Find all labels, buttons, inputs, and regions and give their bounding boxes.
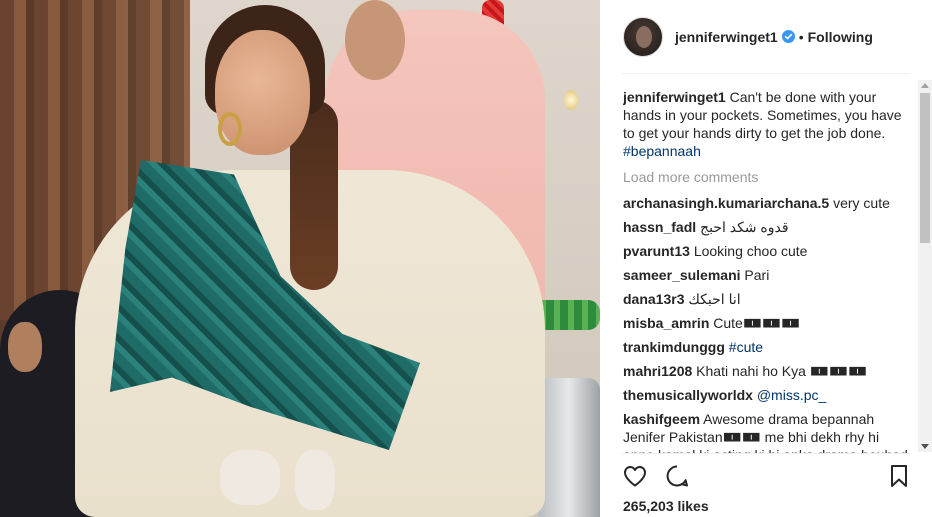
comment-bubble-icon[interactable] xyxy=(664,463,690,489)
comment-username-link[interactable]: archanasingh.kumariarchana.5 xyxy=(623,195,829,211)
comment-text: Looking choo cute xyxy=(693,243,808,259)
comment-text: Khati nahi ho Kya 🀰🀰🀰 xyxy=(696,363,868,379)
header-separator: • xyxy=(798,28,804,45)
comment-item: hassn_fadl قدوه شكد احبج xyxy=(623,218,913,236)
comment-text: انا احبكك xyxy=(688,291,741,307)
caption-username-link[interactable]: jenniferwinget1 xyxy=(623,89,726,105)
comment-item: archanasingh.kumariarchana.5 very cute xyxy=(623,194,913,212)
comment-mention-link[interactable]: @miss.pc_ xyxy=(757,387,826,403)
comment-text: Pari xyxy=(744,267,770,283)
comment-hashtag-link[interactable]: #cute xyxy=(729,339,763,355)
heart-icon[interactable] xyxy=(622,463,648,489)
comment-text: قدوه شكد احبج xyxy=(700,219,789,235)
photo-right-hand xyxy=(295,450,335,510)
comment-item: dana13r3 انا احبكك xyxy=(623,290,913,308)
comment-username-link[interactable]: dana13r3 xyxy=(623,291,684,307)
photo-left-face xyxy=(8,322,42,372)
comment-username-link[interactable]: misba_amrin xyxy=(623,315,709,331)
load-more-comments-button[interactable]: Load more comments xyxy=(623,168,913,186)
comment-username-link[interactable]: sameer_sulemani xyxy=(623,267,741,283)
comment-username-link[interactable]: kashifgeem xyxy=(623,411,700,427)
scroll-down-arrow-icon[interactable] xyxy=(921,444,929,449)
photo-background-woman-head xyxy=(345,0,405,80)
header-username-link[interactable]: jenniferwinget1 xyxy=(675,29,778,45)
post-photo[interactable] xyxy=(0,0,600,517)
comment-item: pvarunt13 Looking choo cute xyxy=(623,242,913,260)
post-side-panel: jenniferwinget1 • Following jenniferwing… xyxy=(600,0,932,517)
comment-text: Cute🀰🀰🀰 xyxy=(713,315,801,331)
comment-username-link[interactable]: themusicallyworldx xyxy=(623,387,753,403)
scroll-up-arrow-icon[interactable] xyxy=(921,83,929,88)
scrollbar-thumb[interactable] xyxy=(920,93,930,243)
post-header: jenniferwinget1 • Following xyxy=(600,0,932,73)
post-caption: jenniferwinget1 Can't be done with your … xyxy=(623,88,913,160)
photo-lamp xyxy=(564,90,578,110)
photo-earring xyxy=(218,112,242,146)
comments-list: jenniferwinget1 Can't be done with your … xyxy=(623,88,913,453)
comment-item: themusicallyworldx @miss.pc_ xyxy=(623,386,913,404)
avatar[interactable] xyxy=(623,16,663,57)
caption-hashtag-link[interactable]: #bepannaah xyxy=(623,143,701,159)
bookmark-icon[interactable] xyxy=(886,463,912,489)
actions-divider xyxy=(622,453,910,454)
comment-item: trankimdunggg #cute xyxy=(623,338,913,356)
comments-scrollbar[interactable] xyxy=(918,80,932,452)
comment-item: kashifgeem Awesome drama bepannah Jenife… xyxy=(623,410,913,453)
comment-username-link[interactable]: hassn_fadl xyxy=(623,219,696,235)
post-actions-bar xyxy=(622,463,912,491)
comment-username-link[interactable]: pvarunt13 xyxy=(623,243,690,259)
instagram-post-modal: jenniferwinget1 • Following jenniferwing… xyxy=(0,0,932,517)
photo-left-hand xyxy=(220,450,280,505)
likes-count[interactable]: 265,203 likes xyxy=(623,498,709,514)
comment-item: misba_amrin Cute🀰🀰🀰 xyxy=(623,314,913,332)
verified-badge-icon xyxy=(781,30,795,43)
following-button[interactable]: Following xyxy=(808,29,873,45)
photo-steel-pot xyxy=(538,378,600,517)
comment-text: very cute xyxy=(833,195,890,211)
header-divider xyxy=(622,73,910,74)
comment-username-link[interactable]: trankimdunggg xyxy=(623,339,725,355)
comment-item: sameer_sulemani Pari xyxy=(623,266,913,284)
comment-item: mahri1208 Khati nahi ho Kya 🀰🀰🀰 xyxy=(623,362,913,380)
comment-username-link[interactable]: mahri1208 xyxy=(623,363,692,379)
